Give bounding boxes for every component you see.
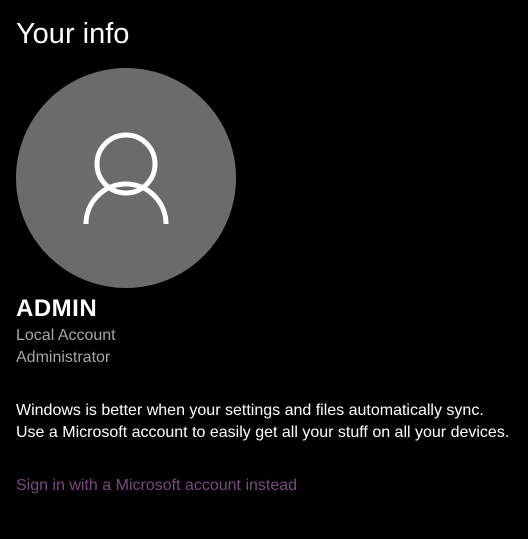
page-title: Your info <box>16 18 130 50</box>
account-type: Local Account <box>16 327 116 344</box>
avatar[interactable] <box>16 68 236 288</box>
user-name: ADMIN <box>16 295 98 322</box>
person-icon <box>83 132 169 225</box>
account-role: Administrator <box>16 349 111 366</box>
sign-in-microsoft-link[interactable]: Sign in with a Microsoft account instead <box>16 475 297 497</box>
sync-message: Windows is better when your settings and… <box>16 402 510 441</box>
